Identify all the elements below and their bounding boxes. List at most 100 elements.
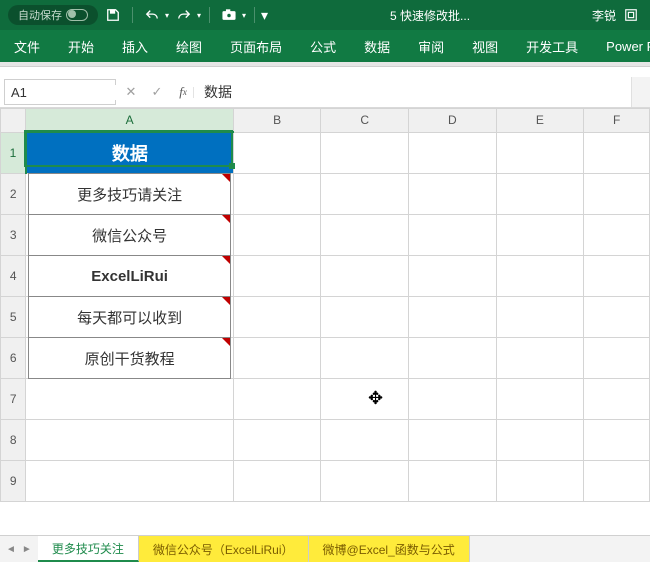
tab-layout[interactable]: 页面布局	[216, 30, 296, 62]
tab-review[interactable]: 审阅	[404, 30, 458, 62]
cell-E5[interactable]	[496, 297, 584, 338]
worksheet-grid[interactable]: A B C D E F 1 数据 2 更多技巧请关注	[0, 108, 650, 502]
cell-B8[interactable]	[233, 420, 321, 461]
cell-D1[interactable]	[409, 132, 497, 174]
row-header-5[interactable]: 5	[1, 297, 26, 338]
tab-formula[interactable]: 公式	[296, 30, 350, 62]
cell-B1[interactable]	[233, 132, 321, 174]
cell-D5[interactable]	[409, 297, 497, 338]
formula-input[interactable]	[196, 77, 631, 107]
cell-E6[interactable]	[496, 338, 584, 379]
camera-dropdown[interactable]: ▾	[242, 11, 246, 20]
row-header-6[interactable]: 6	[1, 338, 26, 379]
cell-F6[interactable]	[584, 338, 650, 379]
cancel-formula-icon[interactable]: ✕	[118, 84, 144, 100]
cell-B2[interactable]	[233, 174, 321, 215]
col-header-B[interactable]: B	[233, 109, 321, 133]
cell-F9[interactable]	[584, 461, 650, 502]
qat-customize[interactable]: ▾	[261, 7, 268, 24]
sheet-scroll-prev-icon[interactable]: ◄	[6, 544, 16, 555]
row-header-3[interactable]: 3	[1, 215, 26, 256]
cell-C9[interactable]	[321, 461, 409, 502]
cell-E4[interactable]	[496, 256, 584, 297]
row-header-2[interactable]: 2	[1, 174, 26, 215]
row-header-8[interactable]: 8	[1, 420, 26, 461]
camera-icon[interactable]	[218, 4, 240, 26]
cell-A3[interactable]: 微信公众号	[26, 215, 233, 256]
cell-F8[interactable]	[584, 420, 650, 461]
sheet-tab-2[interactable]: 微信公众号（ExcelLiRui）	[139, 536, 309, 562]
tab-home[interactable]: 开始	[54, 30, 108, 62]
cell-A8[interactable]	[26, 420, 233, 461]
tab-file[interactable]: 文件	[0, 30, 54, 62]
account-icon[interactable]	[620, 4, 642, 26]
col-header-A[interactable]: A	[26, 109, 233, 133]
cell-D7[interactable]	[409, 379, 497, 420]
tab-dev[interactable]: 开发工具	[512, 30, 592, 62]
sheet-tab-1[interactable]: 更多技巧关注	[38, 536, 139, 562]
cell-D2[interactable]	[409, 174, 497, 215]
cell-D8[interactable]	[409, 420, 497, 461]
cell-B5[interactable]	[233, 297, 321, 338]
sheet-area[interactable]: A B C D E F 1 数据 2 更多技巧请关注	[0, 108, 650, 535]
cell-E7[interactable]	[496, 379, 584, 420]
col-header-D[interactable]: D	[409, 109, 497, 133]
undo-icon[interactable]	[141, 4, 163, 26]
cell-C3[interactable]	[321, 215, 409, 256]
select-all-corner[interactable]	[1, 109, 26, 133]
tab-data[interactable]: 数据	[350, 30, 404, 62]
cell-E3[interactable]	[496, 215, 584, 256]
row-header-7[interactable]: 7	[1, 379, 26, 420]
cell-B3[interactable]	[233, 215, 321, 256]
cell-C2[interactable]	[321, 174, 409, 215]
cell-A2[interactable]: 更多技巧请关注	[26, 174, 233, 215]
cell-A7[interactable]	[26, 379, 233, 420]
save-icon[interactable]	[102, 4, 124, 26]
cell-F2[interactable]	[584, 174, 650, 215]
cell-E1[interactable]	[496, 132, 584, 174]
col-header-F[interactable]: F	[584, 109, 650, 133]
enter-formula-icon[interactable]: ✓	[144, 84, 170, 100]
autosave-toggle[interactable]: 自动保存	[8, 5, 98, 25]
autosave-switch[interactable]	[66, 9, 88, 21]
row-header-1[interactable]: 1	[1, 132, 26, 174]
cell-F4[interactable]	[584, 256, 650, 297]
cell-C5[interactable]	[321, 297, 409, 338]
cell-B9[interactable]	[233, 461, 321, 502]
cell-C7[interactable]	[321, 379, 409, 420]
cell-D6[interactable]	[409, 338, 497, 379]
cell-A4[interactable]: ExcelLiRui	[26, 256, 233, 297]
cell-B6[interactable]	[233, 338, 321, 379]
tab-view[interactable]: 视图	[458, 30, 512, 62]
cell-A1[interactable]: 数据	[26, 132, 233, 174]
cell-F3[interactable]	[584, 215, 650, 256]
cell-E9[interactable]	[496, 461, 584, 502]
sheet-scroll-next-icon[interactable]: ►	[22, 544, 32, 555]
cell-E8[interactable]	[496, 420, 584, 461]
sheet-tab-3[interactable]: 微博@Excel_函数与公式	[309, 536, 470, 562]
fx-icon[interactable]: fx	[170, 84, 196, 100]
cell-C1[interactable]	[321, 132, 409, 174]
row-header-9[interactable]: 9	[1, 461, 26, 502]
cell-F5[interactable]	[584, 297, 650, 338]
cell-C6[interactable]	[321, 338, 409, 379]
tab-powerp[interactable]: Power P	[592, 30, 650, 62]
redo-dropdown[interactable]: ▾	[197, 11, 201, 20]
cell-B7[interactable]	[233, 379, 321, 420]
cell-C8[interactable]	[321, 420, 409, 461]
col-header-C[interactable]: C	[321, 109, 409, 133]
cell-D4[interactable]	[409, 256, 497, 297]
tab-draw[interactable]: 绘图	[162, 30, 216, 62]
redo-icon[interactable]	[173, 4, 195, 26]
cell-F7[interactable]	[584, 379, 650, 420]
cell-D9[interactable]	[409, 461, 497, 502]
cell-A5[interactable]: 每天都可以收到	[26, 297, 233, 338]
col-header-E[interactable]: E	[496, 109, 584, 133]
undo-dropdown[interactable]: ▾	[165, 11, 169, 20]
cell-A6[interactable]: 原创干货教程	[26, 338, 233, 379]
cell-B4[interactable]	[233, 256, 321, 297]
user-name[interactable]: 李锐	[592, 7, 616, 24]
cell-A9[interactable]	[26, 461, 233, 502]
tab-insert[interactable]: 插入	[108, 30, 162, 62]
formula-bar-expand[interactable]	[631, 77, 650, 107]
